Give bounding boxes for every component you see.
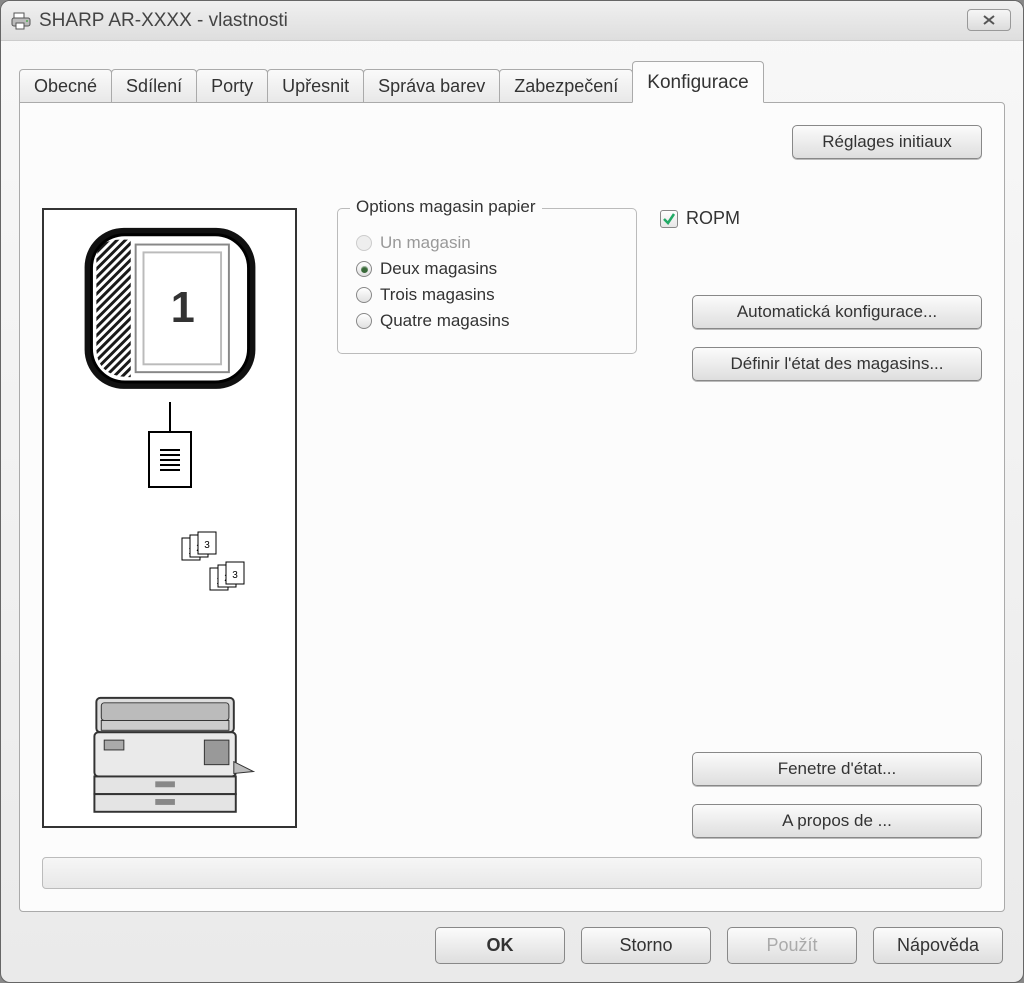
close-icon xyxy=(981,14,997,26)
tab-label: Porty xyxy=(211,76,253,96)
initial-settings-button[interactable]: Réglages initiaux xyxy=(792,125,982,159)
radio-icon xyxy=(356,235,372,251)
tab-label: Obecné xyxy=(34,76,97,96)
radio-label: Quatre magasins xyxy=(380,311,509,331)
button-label: Définir l'état des magasins... xyxy=(730,354,943,373)
help-button[interactable]: Nápověda xyxy=(873,927,1003,964)
tab-label: Konfigurace xyxy=(647,72,748,93)
radio-label: Deux magasins xyxy=(380,259,497,279)
window-title: SHARP AR-XXXX - vlastnosti xyxy=(39,10,288,32)
options-column: Options magasin papier Un magasin Deux m… xyxy=(307,208,642,838)
tab-configuration[interactable]: Konfigurace xyxy=(632,61,763,103)
tab-panel-configuration: Réglages initiaux xyxy=(19,102,1005,912)
button-label: Automatická konfigurace... xyxy=(737,302,937,321)
radio-three-trays[interactable]: Trois magasins xyxy=(356,285,618,305)
tab-colormgmt[interactable]: Správa barev xyxy=(363,69,500,102)
tab-strip: Obecné Sdílení Porty Upřesnit Správa bar… xyxy=(19,61,1005,102)
button-label: A propos de ... xyxy=(782,811,892,830)
dialog-button-row: OK Storno Použít Nápověda xyxy=(435,927,1003,964)
button-label: Fenetre d'état... xyxy=(778,759,897,778)
define-tray-state-button[interactable]: Définir l'état des magasins... xyxy=(692,347,982,381)
auto-config-button[interactable]: Automatická konfigurace... xyxy=(692,295,982,329)
tray-icon: 1 xyxy=(75,220,265,397)
tab-sharing[interactable]: Sdílení xyxy=(111,69,197,102)
svg-text:3: 3 xyxy=(232,570,238,581)
right-column: ROPM Automatická konfigurace... Définir … xyxy=(652,208,982,838)
document-icon xyxy=(148,431,192,488)
about-button[interactable]: A propos de ... xyxy=(692,804,982,838)
button-label: Nápověda xyxy=(897,935,979,955)
tab-label: Zabezpečení xyxy=(514,76,618,96)
titlebar: SHARP AR-XXXX - vlastnosti xyxy=(1,1,1023,41)
button-label: Réglages initiaux xyxy=(822,132,951,151)
radio-label: Trois magasins xyxy=(380,285,495,305)
status-window-button[interactable]: Fenetre d'état... xyxy=(692,752,982,786)
radio-two-trays[interactable]: Deux magasins xyxy=(356,259,618,279)
button-label: OK xyxy=(487,935,514,955)
button-label: Použít xyxy=(766,935,817,955)
cancel-button[interactable]: Storno xyxy=(581,927,711,964)
tray-number-text: 1 xyxy=(170,284,194,332)
tab-security[interactable]: Zabezpečení xyxy=(499,69,633,102)
tab-label: Sdílení xyxy=(126,76,182,96)
status-strip xyxy=(42,857,982,889)
checkbox-label: ROPM xyxy=(686,208,740,229)
printer-icon xyxy=(11,11,31,31)
printer-preview: 1 1 2 3 xyxy=(42,208,297,828)
radio-one-tray: Un magasin xyxy=(356,233,618,253)
tab-advanced[interactable]: Upřesnit xyxy=(267,69,364,102)
printer-properties-window: SHARP AR-XXXX - vlastnosti Obecné Sdílen… xyxy=(0,0,1024,983)
printer-graphic xyxy=(85,693,255,821)
tab-label: Upřesnit xyxy=(282,76,349,96)
apply-button[interactable]: Použít xyxy=(727,927,857,964)
dialog-body: Obecné Sdílení Porty Upřesnit Správa bar… xyxy=(1,41,1023,982)
ropm-checkbox-row[interactable]: ROPM xyxy=(660,208,982,229)
radio-four-trays[interactable]: Quatre magasins xyxy=(356,311,618,331)
tab-ports[interactable]: Porty xyxy=(196,69,268,102)
tab-general[interactable]: Obecné xyxy=(19,69,112,102)
paper-tray-options-group: Options magasin papier Un magasin Deux m… xyxy=(337,208,637,354)
button-label: Storno xyxy=(619,935,672,955)
radio-icon xyxy=(356,287,372,303)
ok-button[interactable]: OK xyxy=(435,927,565,964)
tab-label: Správa barev xyxy=(378,76,485,96)
checkbox-icon xyxy=(660,210,678,228)
close-button[interactable] xyxy=(967,9,1011,31)
radio-label: Un magasin xyxy=(380,233,471,253)
svg-text:3: 3 xyxy=(204,540,210,551)
radio-icon xyxy=(356,313,372,329)
connector-line xyxy=(169,402,171,431)
group-title: Options magasin papier xyxy=(350,197,542,217)
radio-icon xyxy=(356,261,372,277)
collate-icon: 1 2 3 1 2 3 xyxy=(180,528,260,603)
